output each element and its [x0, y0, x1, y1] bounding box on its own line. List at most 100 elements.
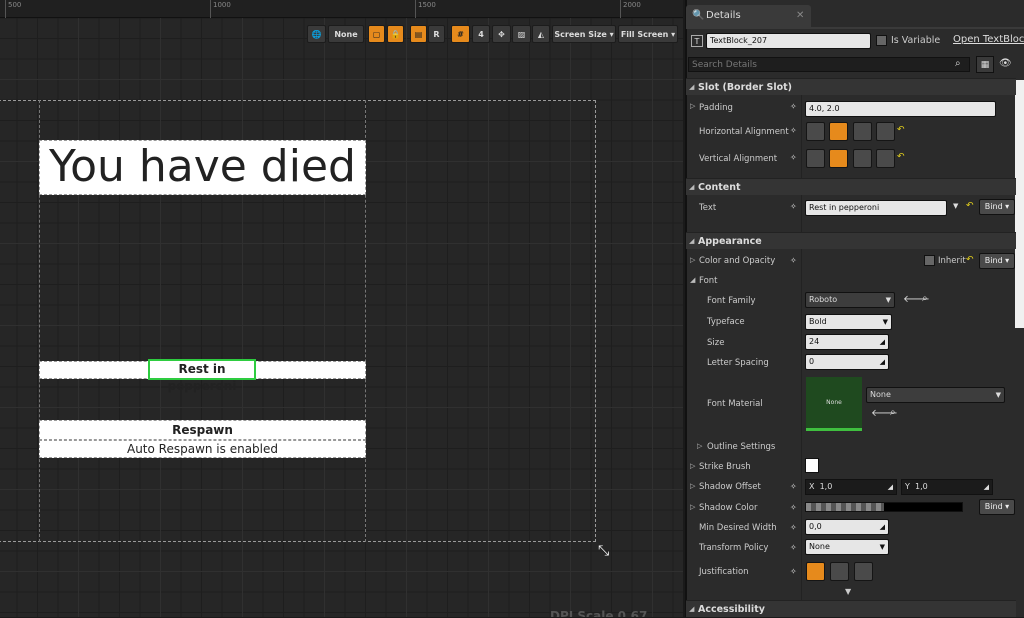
expand-icon[interactable]: ▷ — [690, 482, 695, 490]
font-family-dropdown[interactable]: Roboto ▼ — [805, 292, 895, 308]
transform-mode-icon[interactable]: ▤ — [410, 25, 427, 43]
size-field[interactable]: 24 ◢ — [805, 334, 889, 350]
eye-icon[interactable]: 👁 — [999, 58, 1012, 69]
browse-search-icon[interactable]: ⌕ — [890, 407, 896, 418]
bind-label: Bind — [984, 256, 1003, 265]
scrollbar-thumb[interactable] — [1015, 80, 1024, 328]
valign-fill-icon[interactable] — [876, 149, 895, 168]
color-opacity-label: Color and Opacity — [699, 256, 776, 266]
respawn-text[interactable]: Respawn — [39, 420, 366, 440]
widget-name-field[interactable]: TextBlock_207 — [706, 33, 871, 49]
search-details-input[interactable]: Search Details — [688, 57, 970, 72]
font-material-label: Font Material — [707, 399, 763, 409]
ruler-tick: 1500 — [415, 0, 436, 18]
is-variable-checkbox[interactable] — [876, 35, 887, 46]
align-right-icon[interactable] — [853, 122, 872, 141]
align-left-icon[interactable] — [806, 122, 825, 141]
grid-size-dropdown[interactable]: 4 — [472, 25, 490, 43]
section-accessibility[interactable]: ◢ Accessibility — [686, 600, 1016, 617]
justify-right-icon[interactable] — [854, 562, 873, 581]
mirror-icon[interactable]: ◭ — [532, 25, 550, 43]
bind-button[interactable]: Bind ▾ — [979, 499, 1015, 515]
collapse-icon: ◢ — [689, 83, 695, 91]
bind-label: Bind — [984, 202, 1003, 211]
font-label: Font — [699, 276, 718, 286]
reset-arrow-icon[interactable]: ↶ — [897, 125, 905, 135]
padding-field[interactable]: 4.0, 2.0 — [805, 101, 996, 117]
inherit-checkbox[interactable] — [924, 255, 935, 266]
shadow-color-label: Shadow Color — [699, 503, 758, 513]
fill-screen-dropdown[interactable]: Fill Screen ▾ — [618, 25, 678, 43]
valign-top-icon[interactable] — [806, 149, 825, 168]
expand-icon[interactable]: ▷ — [690, 503, 695, 511]
resize-handle-icon[interactable]: ⤡ — [598, 543, 609, 559]
strike-brush-swatch[interactable] — [805, 458, 819, 473]
align-center-icon[interactable] — [829, 122, 848, 141]
auto-respawn-text[interactable]: Auto Respawn is enabled — [39, 440, 366, 458]
text-field[interactable]: Rest in pepperoni — [805, 200, 947, 216]
bind-button[interactable]: Bind ▾ — [979, 199, 1015, 215]
pin-icon: ✧ — [790, 543, 797, 552]
shadow-offset-y-field[interactable]: Y 1,0 ◢ — [901, 479, 993, 495]
font-material-thumbnail[interactable]: None — [806, 377, 862, 431]
column-divider — [801, 78, 802, 617]
min-desired-width-field[interactable]: 0,0 ◢ — [805, 519, 889, 535]
browse-search-icon[interactable]: ⌕ — [922, 293, 928, 304]
justify-left-icon[interactable] — [806, 562, 825, 581]
details-tab[interactable]: 🔍 Details ✕ — [686, 5, 811, 27]
horizontal-ruler: 500 1000 1500 2000 — [0, 0, 683, 18]
justify-center-icon[interactable] — [830, 562, 849, 581]
respawn-label: Respawn — [172, 423, 233, 437]
textblock-type-icon: T — [691, 35, 703, 47]
letter-spacing-field[interactable]: 0 ◢ — [805, 354, 889, 370]
lock-icon[interactable]: 🔒 — [387, 25, 404, 43]
valign-bottom-icon[interactable] — [853, 149, 872, 168]
close-icon[interactable]: ✕ — [796, 5, 804, 27]
image-icon[interactable]: ▨ — [512, 25, 531, 43]
bind-button[interactable]: Bind ▾ — [979, 253, 1015, 269]
outline-toggle-icon[interactable]: ▢ — [368, 25, 385, 43]
move-icon[interactable]: ✥ — [492, 25, 511, 43]
designer-viewport[interactable]: 500 1000 1500 2000 🌐 None ▢ 🔒 ▤ R # 4 ✥ … — [0, 0, 683, 617]
reset-arrow-icon[interactable]: ↶ — [966, 255, 974, 265]
relative-toggle[interactable]: R — [428, 25, 445, 43]
open-textblock-link[interactable]: Open TextBlock — [953, 34, 1024, 46]
globe-icon[interactable]: 🌐 — [307, 25, 326, 43]
expand-icon[interactable]: ▷ — [690, 462, 695, 470]
valign-center-icon[interactable] — [829, 149, 848, 168]
vertical-alignment-label: Vertical Alignment — [699, 154, 778, 164]
screen-size-dropdown[interactable]: Screen Size ▾ — [552, 25, 616, 43]
section-content[interactable]: ◢ Content — [686, 178, 1016, 195]
chevron-down-icon[interactable]: ▼ — [953, 202, 958, 210]
font-material-thumb-label: None — [826, 399, 842, 406]
show-advanced-icon[interactable]: ▼ — [845, 587, 851, 596]
reset-arrow-icon[interactable]: ↶ — [897, 152, 905, 162]
reset-arrow-icon[interactable]: ↶ — [966, 201, 974, 211]
shadow-x-value: 1,0 — [819, 482, 833, 491]
dpi-scale-label: DPI Scale 0.67 — [550, 609, 648, 617]
grid-snap-icon[interactable]: # — [451, 25, 470, 43]
section-appearance[interactable]: ◢ Appearance — [686, 232, 1016, 249]
section-slot[interactable]: ◢ Slot (Border Slot) — [686, 78, 1016, 95]
none-label: None — [334, 29, 358, 39]
expand-icon[interactable]: ▷ — [690, 102, 695, 110]
font-family-label: Font Family — [707, 296, 756, 306]
typeface-dropdown[interactable]: Bold ▼ — [805, 314, 892, 330]
expand-icon[interactable]: ▷ — [697, 442, 702, 450]
subtitle-text[interactable]: Rest in pepperoni — [148, 359, 256, 393]
grid-view-icon[interactable]: ▦ — [976, 56, 994, 73]
transform-policy-dropdown[interactable]: None ▼ — [805, 539, 889, 555]
localization-dropdown[interactable]: None — [328, 25, 364, 43]
inherit-label: Inherit — [938, 256, 966, 266]
shadow-color-swatch[interactable] — [805, 502, 963, 512]
collapse-icon[interactable]: ◢ — [690, 276, 695, 284]
font-material-dropdown[interactable]: None ▼ — [866, 387, 1005, 403]
widget-name-value: TextBlock_207 — [710, 36, 768, 45]
expand-icon[interactable]: ▷ — [690, 256, 695, 264]
details-icon: 🔍 — [692, 10, 705, 21]
is-variable-label: Is Variable — [891, 35, 941, 46]
ruler-tick: 1000 — [210, 0, 231, 18]
shadow-offset-x-field[interactable]: X 1,0 ◢ — [805, 479, 897, 495]
title-text[interactable]: You have died — [39, 140, 366, 195]
align-fill-icon[interactable] — [876, 122, 895, 141]
